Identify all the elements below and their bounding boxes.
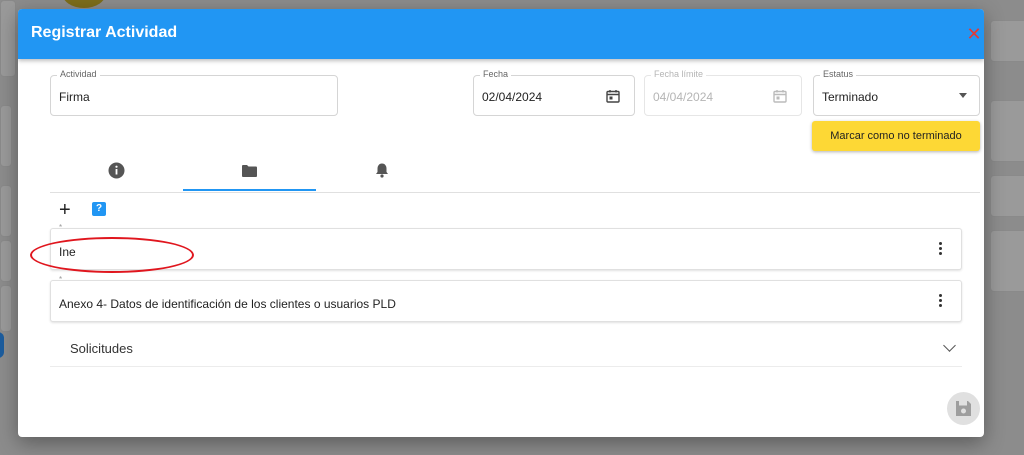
activity-value: Firma xyxy=(59,90,90,104)
date-label: Fecha xyxy=(480,69,512,79)
tab-info[interactable] xyxy=(50,158,183,191)
status-value: Terminado xyxy=(822,90,879,104)
register-activity-dialog: Registrar Actividad ✕ Actividad Firma Fe… xyxy=(18,9,984,437)
folder-icon xyxy=(242,165,257,177)
help-button[interactable]: ? xyxy=(92,202,106,216)
background-avatar xyxy=(62,0,106,8)
activity-field[interactable]: Actividad Firma xyxy=(50,69,338,116)
bell-icon xyxy=(376,163,388,178)
status-select[interactable]: Estatus Terminado xyxy=(813,69,980,116)
chevron-down-icon[interactable] xyxy=(943,339,956,352)
background-card xyxy=(990,100,1024,162)
annotation-ellipse xyxy=(30,237,194,273)
required-mark: * xyxy=(59,223,63,232)
dialog-header: Registrar Actividad ✕ xyxy=(18,9,984,59)
save-button[interactable] xyxy=(947,392,980,425)
info-icon xyxy=(108,162,125,179)
document-item[interactable]: * Anexo 4- Datos de identificación de lo… xyxy=(50,275,962,322)
status-label: Estatus xyxy=(820,69,857,79)
activity-label: Actividad xyxy=(57,69,100,79)
background-card xyxy=(0,185,12,237)
calendar-icon[interactable] xyxy=(606,89,620,103)
background-card xyxy=(990,20,1024,62)
requests-accordion[interactable]: Solicitudes xyxy=(50,329,962,367)
background-card xyxy=(0,285,12,332)
date-field[interactable]: Fecha 02/04/2024 xyxy=(473,69,635,116)
mark-not-finished-button[interactable]: Marcar como no terminado xyxy=(812,121,980,151)
dialog-title: Registrar Actividad xyxy=(31,24,178,41)
background-card xyxy=(0,105,12,167)
tab-notifications[interactable] xyxy=(316,158,449,191)
add-document-button[interactable]: + xyxy=(59,200,71,220)
dropdown-arrow-icon xyxy=(959,93,967,98)
due-date-field: Fecha límite 04/04/2024 xyxy=(644,69,802,116)
background-card xyxy=(990,230,1024,292)
calendar-icon xyxy=(773,90,787,103)
more-options-icon[interactable] xyxy=(939,294,943,310)
background-card xyxy=(990,175,1024,217)
more-options-icon[interactable] xyxy=(939,242,943,258)
due-date-value: 04/04/2024 xyxy=(653,90,714,104)
tab-bar xyxy=(50,158,980,193)
date-value: 02/04/2024 xyxy=(482,90,543,104)
required-mark: * xyxy=(59,275,63,284)
background-card xyxy=(0,0,16,77)
background-card xyxy=(0,240,12,282)
save-icon xyxy=(956,401,971,416)
accordion-label: Solicitudes xyxy=(70,341,133,356)
due-date-label: Fecha límite xyxy=(651,69,707,79)
document-name: Anexo 4- Datos de identificación de los … xyxy=(59,297,396,311)
tab-documents[interactable] xyxy=(183,158,316,191)
close-icon[interactable]: ✕ xyxy=(962,22,984,46)
background-fab xyxy=(0,332,4,358)
